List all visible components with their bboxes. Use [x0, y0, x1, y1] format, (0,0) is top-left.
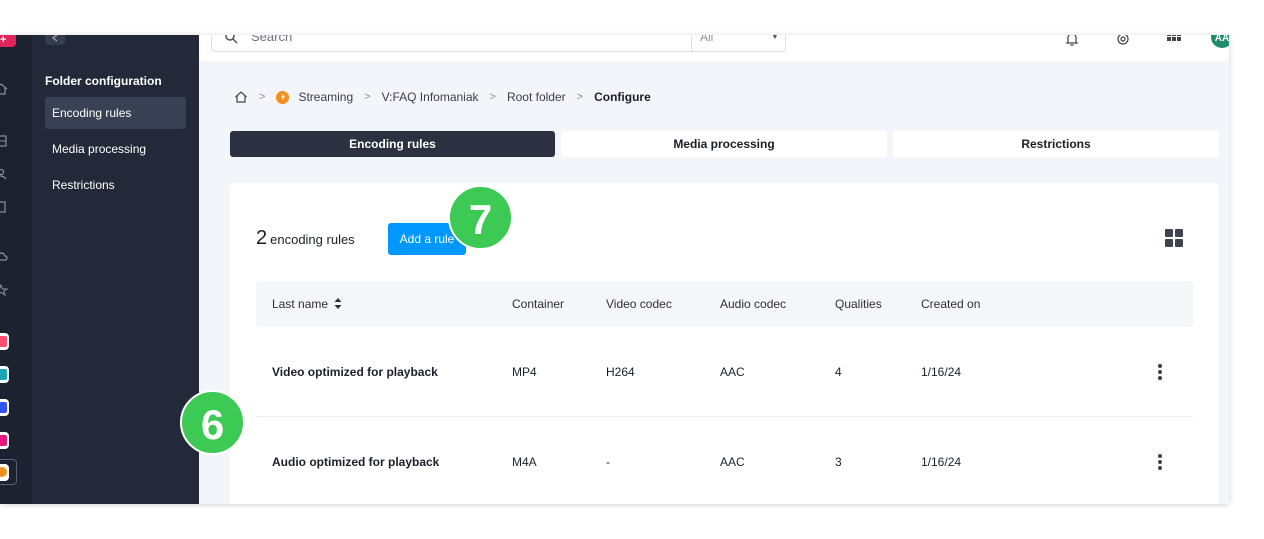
breadcrumb-item[interactable]: V:FAQ Infomaniak: [382, 90, 479, 104]
rule-name[interactable]: Audio optimized for playback: [272, 417, 439, 504]
sort-icon[interactable]: [334, 298, 342, 309]
breadcrumb-item[interactable]: Streaming: [298, 90, 353, 104]
swisstransfer-icon: [0, 435, 7, 446]
cloud-icon[interactable]: [0, 251, 8, 263]
sidebar-item-encoding-rules[interactable]: Encoding rules: [45, 97, 186, 129]
app-shortcut-swisstransfer[interactable]: [0, 432, 9, 449]
tab-media-processing[interactable]: Media processing: [561, 131, 887, 157]
rules-count: 2 encoding rules: [256, 227, 355, 250]
kchat-icon: [0, 369, 7, 380]
table-row[interactable]: Video optimized for playback MP4 H264 AA…: [256, 327, 1193, 417]
app-shortcut-kdrive[interactable]: [0, 333, 9, 350]
column-header-qualities: Qualities: [835, 297, 882, 311]
sidebar-item-media-processing[interactable]: Media processing: [45, 133, 186, 165]
main-content: > Streaming > V:FAQ Infomaniak > Root fo…: [199, 61, 1229, 504]
table-row[interactable]: Audio optimized for playback M4A - AAC 3…: [256, 417, 1193, 504]
user-icon[interactable]: [0, 168, 8, 180]
rules-count-label: encoding rules: [270, 232, 355, 247]
grid-view-icon[interactable]: [1165, 229, 1184, 248]
column-header-last-name[interactable]: Last name: [272, 281, 342, 327]
breadcrumb-current: Configure: [594, 90, 651, 104]
rule-video-codec: H264: [606, 365, 635, 379]
tab-encoding-rules[interactable]: Encoding rules: [230, 131, 555, 157]
chevron-left-icon: [51, 35, 58, 42]
icon-rail: +: [0, 35, 32, 504]
rule-name[interactable]: Video optimized for playback: [272, 327, 438, 417]
step-badge-7: 7: [448, 185, 513, 250]
breadcrumb-item[interactable]: Root folder: [507, 90, 566, 104]
kmeet-icon: [0, 402, 7, 413]
kdrive-icon: [0, 336, 7, 347]
rule-qualities: 4: [835, 365, 842, 379]
app-shortcut-streaming[interactable]: [0, 464, 9, 481]
search-divider: [691, 35, 692, 51]
rules-count-number: 2: [256, 227, 268, 249]
sidebar: Folder configuration Encoding rules Medi…: [32, 35, 199, 504]
step-badge-6: 6: [180, 390, 245, 455]
column-header-container: Container: [512, 297, 565, 311]
rule-container: M4A: [512, 455, 537, 469]
rule-created-on: 1/16/24: [921, 365, 962, 379]
rule-created-on: 1/16/24: [921, 455, 962, 469]
rule-audio-codec: AAC: [720, 365, 745, 379]
column-header-label: Last name: [272, 297, 329, 311]
rule-qualities: 3: [835, 455, 842, 469]
tab-bar: Encoding rules Media processing Restrict…: [230, 131, 1219, 157]
home-icon[interactable]: [0, 83, 8, 95]
tab-restrictions[interactable]: Restrictions: [893, 131, 1219, 157]
app-shortcut-kmeet[interactable]: [0, 399, 9, 416]
rule-video-codec: -: [606, 455, 610, 469]
encoding-rules-card: 2 encoding rules Add a rule Last name Con…: [230, 183, 1219, 504]
server-icon[interactable]: [0, 135, 8, 147]
document-icon[interactable]: [0, 201, 8, 213]
more-options-icon[interactable]: [1151, 363, 1169, 381]
streaming-icon: [276, 90, 290, 104]
support-icon[interactable]: [1115, 35, 1131, 47]
column-header-audio-codec: Audio codec: [720, 297, 787, 311]
rule-audio-codec: AAC: [720, 455, 745, 469]
sidebar-section-title: Folder configuration: [45, 74, 162, 88]
search-input[interactable]: Search: [251, 35, 292, 44]
breadcrumb: > Streaming > V:FAQ Infomaniak > Root fo…: [234, 89, 651, 105]
user-avatar[interactable]: AA: [1211, 35, 1229, 48]
more-options-icon[interactable]: [1151, 453, 1169, 471]
streaming-icon: [0, 467, 7, 477]
search-scope-select[interactable]: All: [700, 35, 713, 44]
home-icon[interactable]: [234, 90, 248, 104]
column-header-created-on: Created on: [921, 297, 981, 311]
table-header: Last name Container Video codec Audio co…: [256, 281, 1193, 327]
app-shortcut-kchat[interactable]: [0, 366, 9, 383]
chevron-right-icon: >: [259, 91, 266, 103]
star-icon[interactable]: [0, 284, 8, 296]
chevron-down-icon: ▼: [771, 35, 779, 41]
bell-icon[interactable]: [1064, 35, 1080, 47]
top-header: Search All ▼ AA: [199, 35, 1229, 61]
column-header-video-codec: Video codec: [606, 297, 672, 311]
plus-icon: +: [0, 35, 7, 46]
apps-grid-icon[interactable]: [1166, 35, 1182, 47]
sidebar-item-restrictions[interactable]: Restrictions: [45, 169, 186, 201]
chevron-right-icon: >: [489, 91, 496, 103]
rule-container: MP4: [512, 365, 537, 379]
search-icon: [225, 35, 238, 44]
search-bar[interactable]: Search All ▼: [211, 35, 786, 52]
collapse-sidebar-button[interactable]: [45, 35, 65, 45]
product-badge[interactable]: +: [0, 35, 16, 47]
chevron-right-icon: >: [576, 91, 584, 103]
chevron-right-icon: >: [364, 91, 371, 103]
